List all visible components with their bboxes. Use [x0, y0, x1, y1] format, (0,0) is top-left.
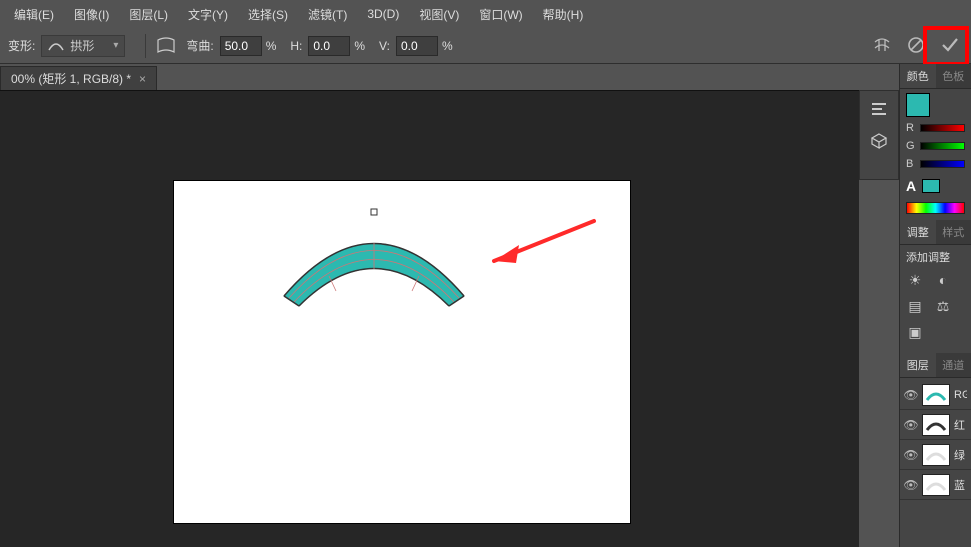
document-tab[interactable]: 00% (矩形 1, RGB/8) * ×	[0, 66, 157, 90]
menu-filter[interactable]: 滤镜(T)	[298, 2, 357, 27]
options-bar: 变形: 拱形 ▾ 弯曲: % H: % V: %	[0, 28, 971, 64]
v-input[interactable]	[396, 36, 438, 56]
b-label: B	[906, 158, 916, 170]
layer-row[interactable]: 👁 绿	[900, 440, 971, 470]
visibility-icon[interactable]: 👁	[904, 418, 918, 432]
h-pct: %	[354, 39, 365, 53]
canvas[interactable]	[174, 181, 630, 523]
layers-panel-body: 👁 RG 👁 红 👁 绿 👁 蓝	[900, 378, 971, 547]
bend-input[interactable]	[220, 36, 262, 56]
canvas-content	[174, 181, 630, 523]
paragraph-panel-icon[interactable]	[869, 99, 889, 119]
separator	[145, 34, 146, 58]
layer-name: 蓝	[954, 477, 967, 493]
character-color-row: A	[900, 174, 971, 198]
layer-row[interactable]: 👁 红	[900, 410, 971, 440]
cube3d-panel-icon[interactable]	[869, 131, 889, 151]
color-panel-tabs: 颜色 色板	[900, 64, 971, 89]
collapsed-panel-strip	[859, 90, 899, 180]
menu-image[interactable]: 图像(I)	[64, 2, 119, 27]
menu-type[interactable]: 文字(Y)	[178, 2, 238, 27]
color-panel-body: R G B	[900, 89, 971, 174]
hue-strip[interactable]	[906, 202, 965, 214]
tab-channels[interactable]: 通道	[936, 353, 971, 377]
photo-filter-icon[interactable]: ▣	[906, 323, 924, 341]
document-tab-title: 00% (矩形 1, RGB/8) *	[11, 70, 131, 87]
r-label: R	[906, 122, 916, 134]
layer-thumb	[922, 384, 950, 406]
tab-layers[interactable]: 图层	[900, 353, 936, 377]
warp-grid-button[interactable]	[869, 32, 895, 58]
brightness-icon[interactable]: ☀	[906, 271, 924, 289]
tab-adjustments[interactable]: 调整	[900, 220, 936, 244]
warp-label: 变形:	[8, 37, 35, 54]
warp-style-value: 拱形	[70, 37, 94, 54]
cancel-button[interactable]	[903, 32, 929, 58]
workspace	[0, 90, 859, 547]
b-slider[interactable]	[920, 160, 965, 168]
warp-style-dropdown[interactable]: 拱形 ▾	[41, 35, 125, 57]
character-color-icon: A	[906, 178, 916, 194]
menu-bar: 编辑(E) 图像(I) 图层(L) 文字(Y) 选择(S) 滤镜(T) 3D(D…	[0, 0, 971, 28]
tab-styles[interactable]: 样式	[936, 220, 971, 244]
add-adjustment-label: 添加调整	[906, 249, 965, 265]
visibility-icon[interactable]: 👁	[904, 388, 918, 402]
levels-icon[interactable]: ◐	[934, 271, 952, 289]
tab-swatches[interactable]: 色板	[936, 64, 971, 88]
layer-name: 红	[954, 417, 967, 433]
tab-color[interactable]: 颜色	[900, 64, 936, 88]
menu-help[interactable]: 帮助(H)	[533, 2, 594, 27]
menu-view[interactable]: 视图(V)	[409, 2, 469, 27]
h-input[interactable]	[308, 36, 350, 56]
document-tab-strip: 00% (矩形 1, RGB/8) * ×	[0, 64, 971, 90]
right-panels: 颜色 色板 R G B A 调整 样式 添加调整 ☀ ◐ ▤ ⚖ ▣ 图层	[899, 64, 971, 547]
layer-name: 绿	[954, 447, 967, 463]
character-color-swatch[interactable]	[922, 179, 940, 193]
bend-label: 弯曲:	[186, 37, 213, 54]
annotation-arrow-icon	[494, 221, 594, 263]
layer-row[interactable]: 👁 蓝	[900, 470, 971, 500]
menu-layer[interactable]: 图层(L)	[119, 2, 178, 27]
g-label: G	[906, 140, 916, 152]
foreground-swatch[interactable]	[906, 93, 930, 117]
layer-name: RG	[954, 389, 967, 401]
v-pct: %	[442, 39, 453, 53]
layer-thumb	[922, 414, 950, 436]
v-label: V:	[379, 39, 390, 53]
balance-icon[interactable]: ⚖	[934, 297, 952, 315]
visibility-icon[interactable]: 👁	[904, 478, 918, 492]
adjust-panel-body: 添加调整 ☀ ◐ ▤ ⚖ ▣	[900, 245, 971, 353]
visibility-icon[interactable]: 👁	[904, 448, 918, 462]
layer-row[interactable]: 👁 RG	[900, 380, 971, 410]
h-label: H:	[290, 39, 302, 53]
menu-edit[interactable]: 编辑(E)	[4, 2, 64, 27]
menu-window[interactable]: 窗口(W)	[469, 2, 532, 27]
layer-thumb	[922, 444, 950, 466]
menu-select[interactable]: 选择(S)	[238, 2, 298, 27]
arch-icon	[48, 40, 64, 52]
commit-button[interactable]	[937, 32, 963, 58]
chevron-down-icon: ▾	[113, 40, 118, 51]
g-slider[interactable]	[920, 142, 965, 150]
adjust-panel-tabs: 调整 样式	[900, 220, 971, 245]
layers-panel-tabs: 图层 通道	[900, 353, 971, 378]
r-slider[interactable]	[920, 124, 965, 132]
orientation-toggle-icon[interactable]	[156, 36, 176, 56]
menu-3d[interactable]: 3D(D)	[357, 3, 409, 25]
close-icon[interactable]: ×	[139, 72, 146, 86]
exposure-icon[interactable]: ▤	[906, 297, 924, 315]
options-right-group	[869, 32, 963, 58]
layer-thumb	[922, 474, 950, 496]
bend-pct: %	[266, 39, 277, 53]
